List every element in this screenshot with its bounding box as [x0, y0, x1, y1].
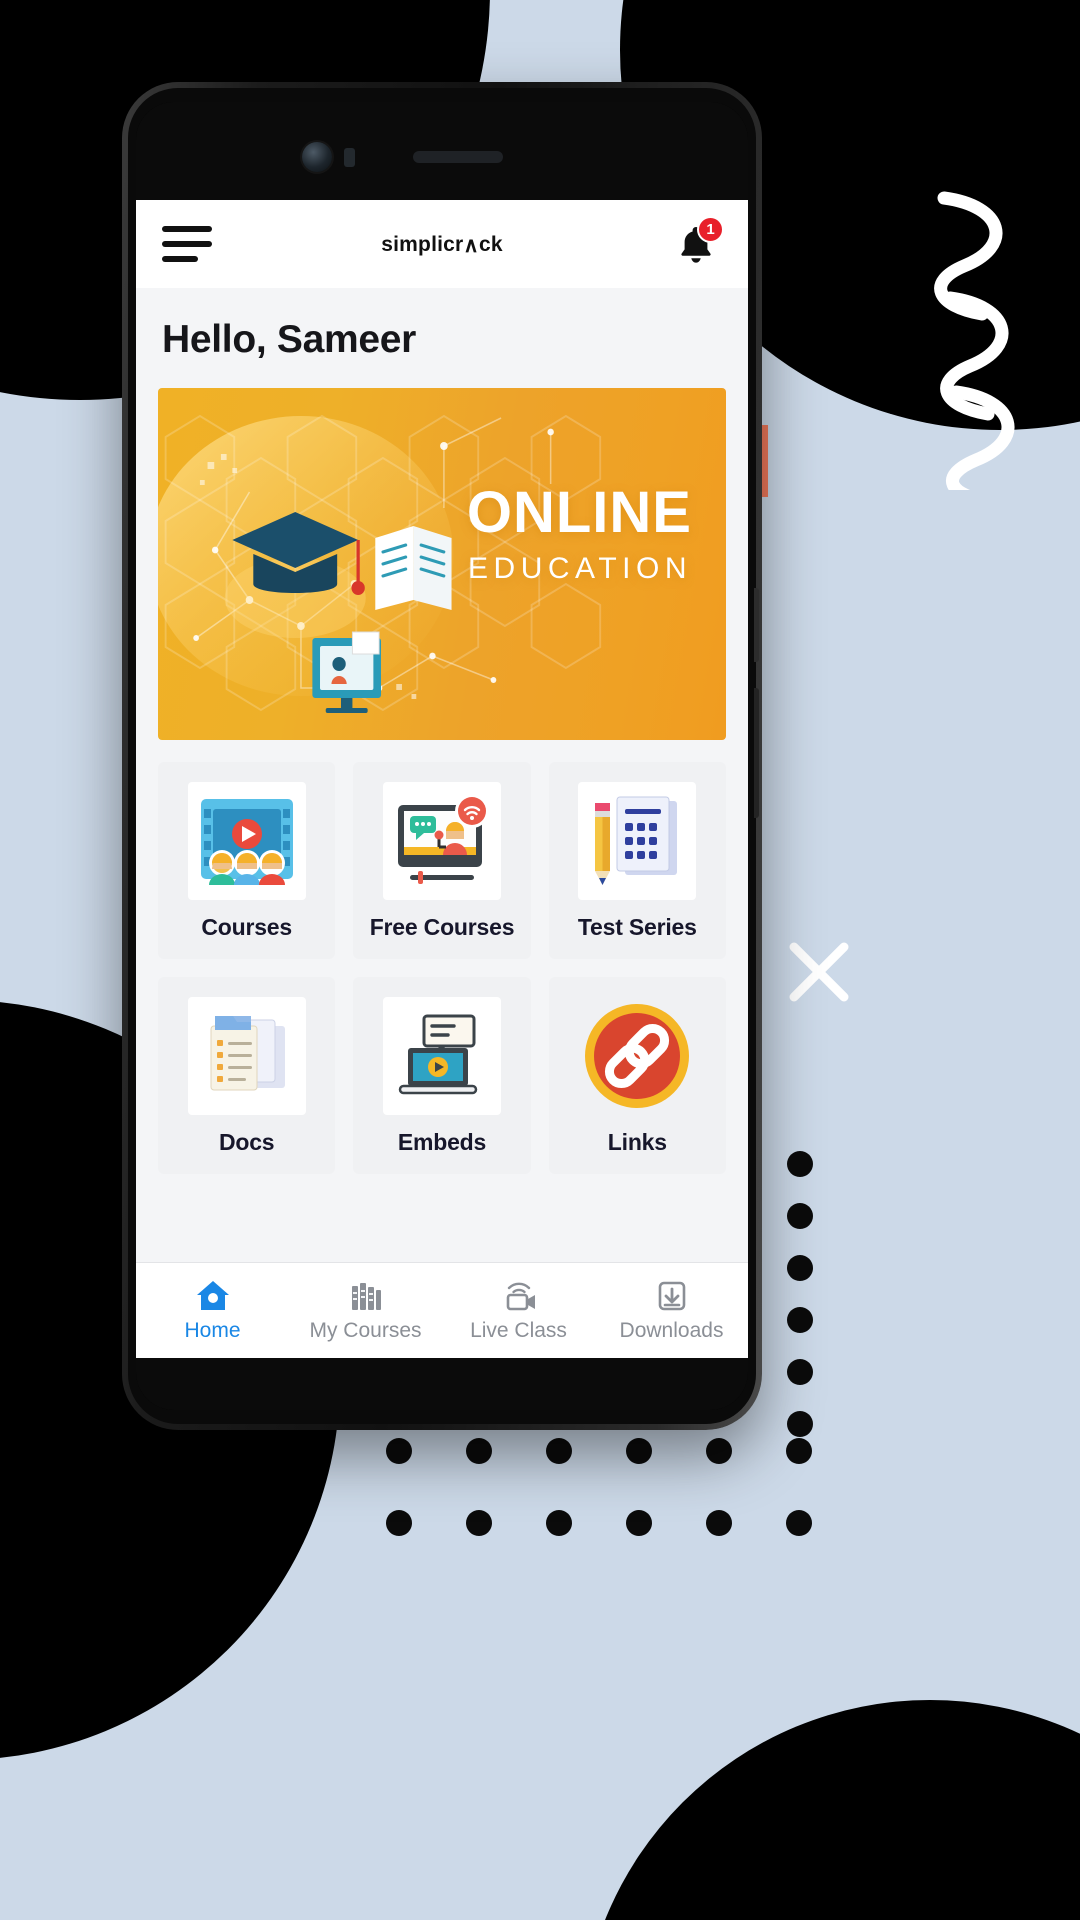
grid-item-embeds[interactable]: Embeds	[353, 977, 531, 1174]
decor-x-icon	[789, 942, 849, 1002]
grid-item-docs[interactable]: Docs	[158, 977, 336, 1174]
nav-label: Downloads	[619, 1318, 724, 1342]
notification-badge: 1	[697, 216, 724, 243]
proximity-sensor	[344, 148, 355, 167]
live-lecture-icon	[382, 782, 501, 900]
banner-subtitle: EDUCATION	[468, 552, 692, 585]
video-course-icon	[187, 782, 306, 900]
nav-label: Live Class	[470, 1318, 567, 1342]
nav-item-live-class[interactable]: Live Class	[442, 1279, 595, 1343]
download-icon	[658, 1281, 685, 1310]
documents-icon	[187, 997, 306, 1115]
grid-item-label: Free Courses	[369, 914, 515, 940]
app-logo: simplicr∧ck	[136, 232, 748, 257]
books-icon	[351, 1282, 381, 1310]
hamburger-menu-icon[interactable]	[162, 226, 214, 262]
quick-links-grid: Courses Free Courses Test Series Docs Em…	[136, 740, 748, 1174]
e-learning-monitor-icon	[312, 631, 382, 713]
chain-link-icon	[578, 997, 696, 1115]
grid-item-label: Links	[607, 1129, 667, 1155]
nav-item-home[interactable]: Home	[136, 1279, 289, 1343]
nav-item-downloads[interactable]: Downloads	[595, 1279, 748, 1343]
promo-banner[interactable]: ONLINE EDUCATION	[158, 388, 726, 740]
app-screen: simplicr∧ck 1 Hello, Sameer ONLINE EDUCA…	[136, 200, 748, 1358]
decor-dot-grid	[386, 1438, 812, 1536]
phone-top-bezel	[136, 102, 748, 200]
grid-item-test-series[interactable]: Test Series	[548, 762, 726, 959]
phone-volume-button	[754, 688, 759, 818]
brand-triangle-glyph: ∧	[463, 233, 479, 257]
decor-circle-bottom-right	[580, 1700, 1080, 1920]
grid-item-label: Docs	[218, 1129, 275, 1155]
front-camera	[302, 142, 332, 172]
app-header: simplicr∧ck 1	[136, 200, 748, 288]
grid-item-label: Embeds	[397, 1129, 487, 1155]
test-paper-pencil-icon	[578, 782, 697, 900]
decor-waves	[934, 191, 1015, 490]
live-video-icon	[506, 1282, 535, 1310]
decor-dot-column	[787, 1151, 813, 1437]
bottom-navigation: Home My Courses Live Class Downloads	[136, 1262, 748, 1358]
nav-label: Home	[184, 1318, 241, 1342]
banner-title: ONLINE	[466, 480, 692, 545]
grid-item-links[interactable]: Links	[548, 977, 726, 1174]
grid-item-label: Courses	[201, 914, 292, 940]
banner-text-block: ONLINE EDUCATION	[467, 484, 692, 586]
embed-video-laptop-icon	[382, 997, 501, 1115]
nav-label: My Courses	[309, 1318, 422, 1342]
content-spacer	[136, 1174, 748, 1262]
phone-bottom-bezel	[136, 1358, 748, 1410]
brand-text-prefix: simplicr	[381, 232, 464, 256]
greeting-title: Hello, Sameer	[136, 288, 748, 388]
brand-text-suffix: ck	[478, 232, 503, 256]
home-icon	[196, 1280, 229, 1310]
phone-mockup: simplicr∧ck 1 Hello, Sameer ONLINE EDUCA…	[122, 82, 762, 1430]
nav-item-my-courses[interactable]: My Courses	[289, 1279, 442, 1343]
grid-item-label: Test Series	[577, 914, 697, 940]
notification-bell-button[interactable]: 1	[670, 216, 724, 270]
phone-power-button	[754, 588, 759, 662]
grid-item-free-courses[interactable]: Free Courses	[353, 762, 531, 959]
open-book-icon	[375, 526, 452, 610]
grid-item-courses[interactable]: Courses	[158, 762, 336, 959]
earpiece-speaker	[413, 151, 503, 163]
